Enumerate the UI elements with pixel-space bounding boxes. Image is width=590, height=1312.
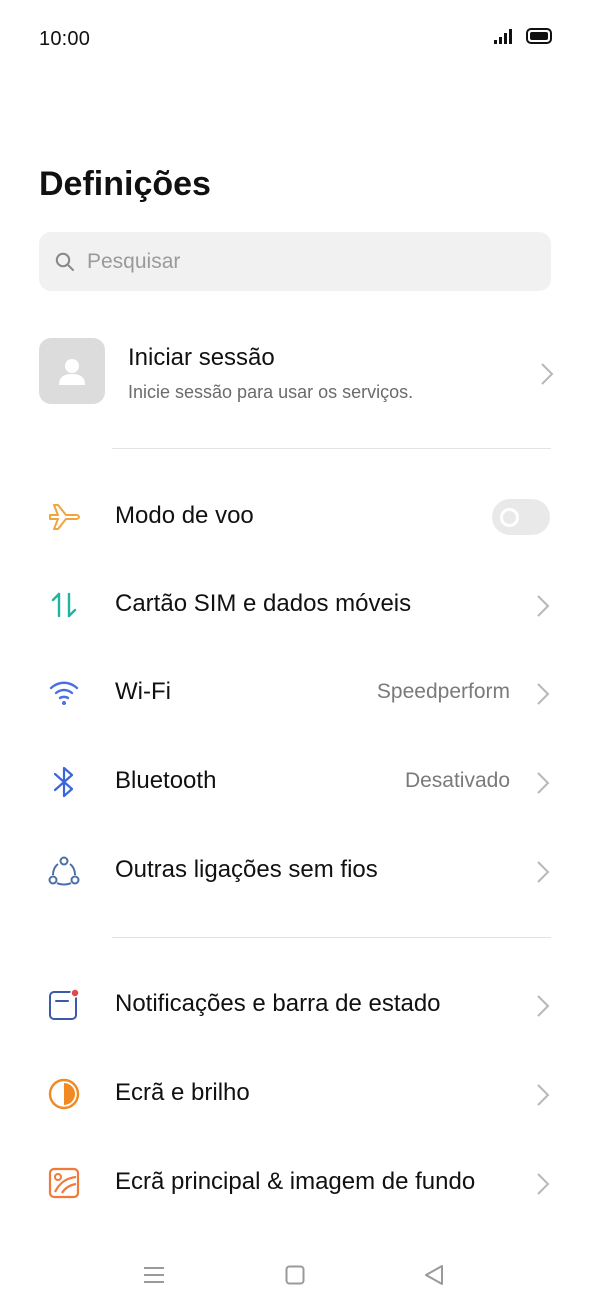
status-icons [494,28,554,44]
sign-in-subtitle: Inicie sessão para usar os serviços. [128,382,414,402]
settings-item-other-wireless[interactable]: Outras ligações sem fios [0,826,590,906]
settings-item-display-brightness[interactable]: Ecrã e brilho [0,1049,590,1129]
status-bar: 10:00 [0,0,590,80]
toggle-knob [500,508,519,527]
wifi-icon [45,674,83,712]
airplane-icon [45,498,83,536]
divider [112,448,551,449]
wireless-connections-icon [45,852,83,890]
settings-item-sim-data[interactable]: Cartão SIM e dados móveis [0,560,590,640]
settings-item-label: Cartão SIM e dados móveis [115,590,412,617]
divider [112,937,551,938]
chevron-right-icon [537,595,550,617]
menu-icon [144,1267,164,1283]
navigation-bar [0,1240,590,1312]
settings-item-label: Outras ligações sem fios [115,856,378,883]
settings-item-airplane-mode[interactable]: Modo de voo [0,472,590,552]
home-button[interactable] [275,1260,315,1290]
settings-item-value: Desativado [404,769,510,792]
search-input[interactable] [85,248,509,275]
back-icon [425,1265,443,1285]
settings-item-label: Notificações e barra de estado [115,990,441,1017]
settings-item-label: Ecrã principal & imagem de fundo [115,1168,476,1195]
airplane-mode-toggle[interactable] [492,499,550,535]
settings-item-label: Wi-Fi [115,678,171,705]
settings-item-label: Modo de voo [115,502,254,529]
bluetooth-icon [45,763,83,801]
status-time: 10:00 [39,28,91,50]
battery-icon [526,28,552,44]
avatar [39,338,105,404]
chevron-right-icon [537,995,550,1017]
user-icon [59,359,85,385]
home-icon [285,1265,305,1285]
settings-item-value: Speedperform [376,680,510,703]
page-title: Definições [39,165,211,203]
chevron-right-icon [537,1084,550,1106]
chevron-right-icon [537,1173,550,1195]
chevron-right-icon [537,861,550,883]
display-brightness-icon [45,1075,83,1113]
back-button[interactable] [414,1260,454,1290]
settings-item-wifi[interactable]: Wi-Fi Speedperform [0,648,590,728]
sign-in-row[interactable]: Iniciar sessão Inicie sessão para usar o… [39,330,554,414]
settings-item-label: Ecrã e brilho [115,1079,250,1106]
chevron-right-icon [541,363,554,385]
settings-item-bluetooth[interactable]: Bluetooth Desativado [0,737,590,817]
settings-item-home-wallpaper[interactable]: Ecrã principal & imagem de fundo [0,1138,590,1218]
search-box[interactable] [39,232,551,291]
chevron-right-icon [537,683,550,705]
settings-item-notifications[interactable]: Notificações e barra de estado [0,960,590,1040]
menu-button[interactable] [134,1260,174,1290]
notifications-icon [45,986,83,1024]
search-icon [55,252,74,271]
sim-data-icon [45,586,83,624]
signal-icon [494,29,512,44]
settings-item-label: Bluetooth [115,767,217,794]
chevron-right-icon [537,772,550,794]
wallpaper-icon [45,1164,83,1202]
sign-in-title: Iniciar sessão [128,344,275,371]
